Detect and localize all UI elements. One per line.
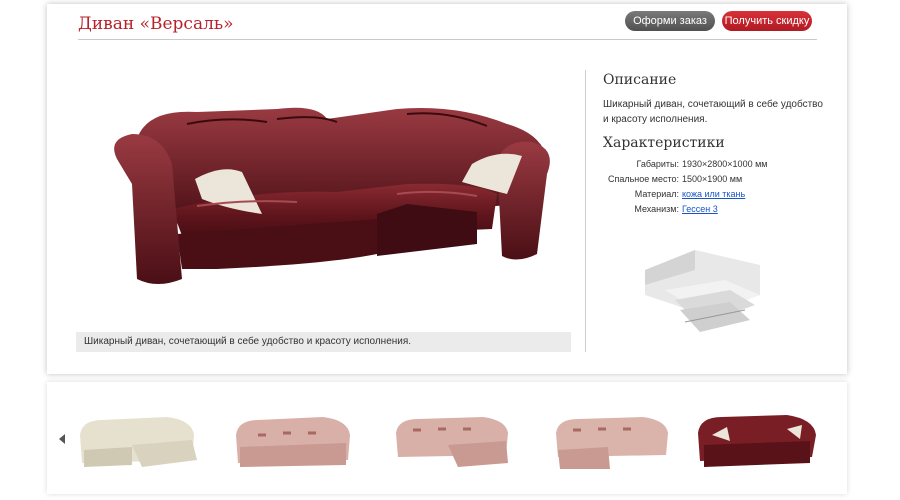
spec-label: Габариты:	[636, 159, 679, 169]
image-caption: Шикарный диван, сочетающий в себе удобст…	[76, 332, 571, 352]
get-discount-button[interactable]: Получить скидку	[722, 11, 812, 31]
spec-mechanism: Механизм: Гессен 3	[587, 202, 837, 217]
specs-heading: Характеристики	[603, 135, 725, 151]
product-panel: Диван «Версаль» Оформи заказ Получить ск…	[47, 4, 847, 374]
thumbnail-sofa-3[interactable]	[388, 405, 518, 475]
material-link[interactable]: кожа или ткань	[682, 189, 745, 199]
description-heading: Описание	[603, 72, 677, 88]
thumbnail-sofa-4[interactable]	[548, 405, 678, 475]
spec-label: Спальное место:	[607, 174, 679, 184]
spec-sleeping-area: Спальное место: 1500×1900 мм	[587, 172, 837, 187]
thumbnail-sofa-2[interactable]	[228, 405, 358, 475]
spec-value: 1930×2800×1000 мм	[682, 159, 768, 169]
spec-dimensions: Габариты: 1930×2800×1000 мм	[587, 157, 837, 172]
sofa-main-image	[114, 107, 550, 284]
order-button[interactable]: Оформи заказ	[625, 11, 715, 31]
mechanism-link[interactable]: Гессен 3	[682, 204, 718, 214]
mechanism-image	[645, 250, 760, 332]
page-title: Диван «Версаль»	[78, 14, 234, 34]
spec-value: 1500×1900 мм	[682, 174, 743, 184]
spec-label: Механизм:	[634, 204, 679, 214]
spec-material: Материал: кожа или ткань	[587, 187, 837, 202]
spec-label: Материал:	[634, 189, 679, 199]
description-text: Шикарный диван, сочетающий в себе удобст…	[603, 99, 823, 125]
thumbnail-sofa-5[interactable]	[692, 405, 822, 475]
header-divider	[78, 39, 817, 40]
column-divider	[585, 70, 586, 352]
prev-arrow-icon[interactable]	[59, 434, 65, 444]
thumbnail-sofa-1[interactable]	[72, 405, 202, 475]
